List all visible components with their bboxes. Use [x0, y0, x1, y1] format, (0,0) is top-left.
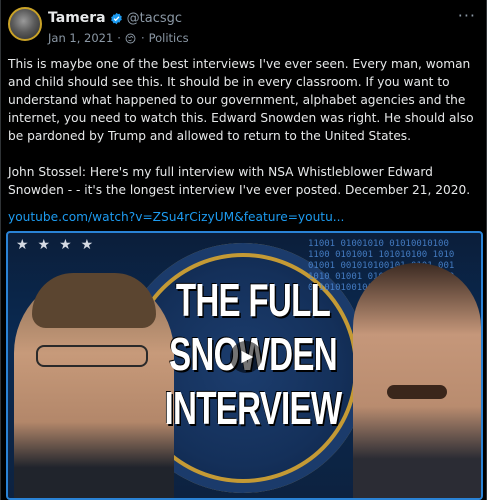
more-options-button[interactable]: ···: [458, 8, 476, 24]
post-paragraph-2: John Stossel: Here's my full interview w…: [8, 165, 471, 197]
author-handle[interactable]: @tacsgc: [127, 11, 182, 26]
video-title-line-1: THE FULL: [175, 274, 331, 326]
author-row: Tamera @tacsgc: [48, 9, 476, 27]
snowden-image: [14, 273, 174, 498]
post-meta: Jan 1, 2021 · · Politics: [48, 30, 476, 46]
globe-icon: [125, 33, 136, 43]
meta-separator-2: ·: [140, 31, 145, 45]
play-icon: [241, 350, 254, 364]
avatar[interactable]: [8, 7, 42, 41]
post-paragraph-1: This is maybe one of the best interviews…: [8, 57, 474, 143]
flag-stars-image: ★★★★: [16, 237, 103, 253]
post-date[interactable]: Jan 1, 2021: [48, 31, 113, 45]
post-body: This is maybe one of the best interviews…: [8, 55, 480, 199]
stossel-image: [353, 263, 481, 498]
author-display-name[interactable]: Tamera: [48, 10, 106, 26]
youtube-link[interactable]: youtube.com/watch?v=ZSu4rCizyUM&feature=…: [8, 208, 344, 226]
meta-separator: ·: [117, 31, 121, 45]
post-card: Tamera @tacsgc ··· Jan 1, 2021 · · Polit…: [0, 0, 487, 500]
verified-badge-icon: [110, 12, 122, 24]
video-title-line-3: INTERVIEW: [164, 382, 343, 434]
post-category[interactable]: Politics: [149, 31, 189, 45]
play-button[interactable]: [230, 341, 262, 373]
post-header: Tamera @tacsgc ··· Jan 1, 2021 · · Polit…: [48, 8, 476, 47]
video-thumbnail[interactable]: ★★★★ 11001 01001010 01010010100 1100 010…: [6, 231, 483, 500]
